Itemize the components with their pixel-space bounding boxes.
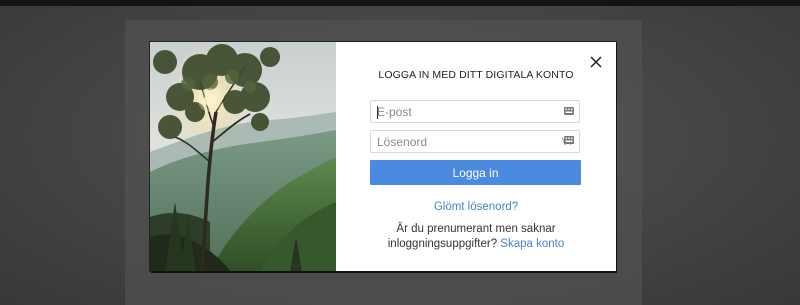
close-icon <box>588 54 604 70</box>
password-field[interactable]: VI <box>370 130 580 153</box>
signup-prompt-line1: Är du prenumerant men saknar <box>396 223 556 235</box>
forgot-password-link[interactable]: Glömt lösenord? <box>336 201 616 213</box>
signup-prompt-text: inloggningsuppgifter? <box>387 238 498 250</box>
autofill-key-icon[interactable] <box>564 136 574 144</box>
login-button[interactable]: Logga in <box>370 160 581 185</box>
signup-prompt: Är du prenumerant men saknar inloggnings… <box>336 222 616 252</box>
email-input[interactable] <box>371 101 547 122</box>
autofill-key-icon[interactable] <box>564 107 574 115</box>
email-field[interactable] <box>370 100 580 123</box>
text-caret <box>377 106 378 119</box>
create-account-link[interactable]: Skapa konto <box>500 238 564 250</box>
password-input[interactable] <box>371 131 547 152</box>
login-title: LOGGA IN MED DITT DIGITALA KONTO <box>378 69 574 81</box>
login-form-panel: LOGGA IN MED DITT DIGITALA KONTO VI <box>336 42 616 271</box>
signup-prompt-line2: inloggningsuppgifter? Skapa konto <box>336 237 616 252</box>
landscape-image <box>150 42 336 271</box>
login-modal: LOGGA IN MED DITT DIGITALA KONTO VI <box>150 42 616 271</box>
close-button[interactable] <box>588 54 604 70</box>
top-bar <box>0 0 800 6</box>
